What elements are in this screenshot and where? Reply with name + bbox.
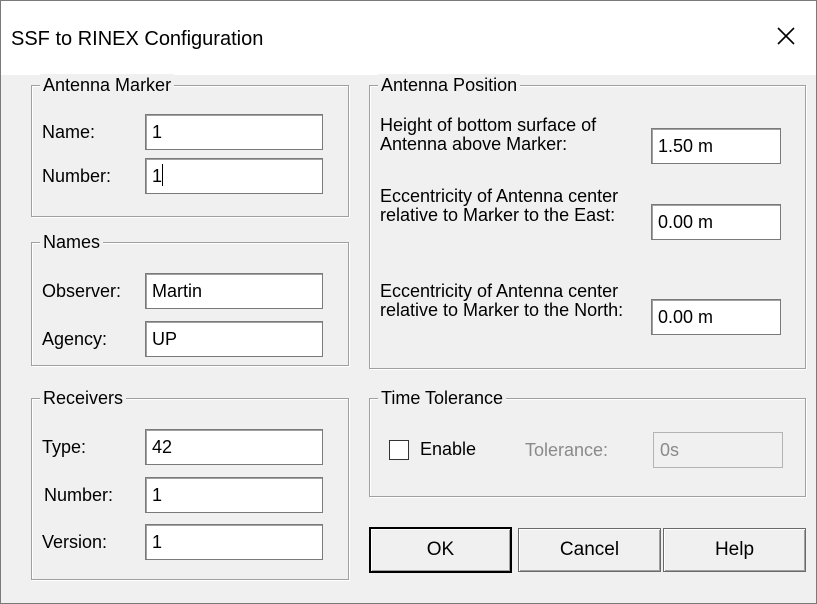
help-button[interactable]: Help [663, 528, 806, 572]
ok-button-label: OK [426, 539, 455, 560]
antenna-height-value: 1.50 m [658, 136, 714, 156]
time-tolerance-group: Time Tolerance Enable Tolerance: 0s [369, 387, 806, 497]
receiver-type-input[interactable]: 42 [145, 429, 323, 465]
help-button-label: Help [714, 539, 755, 560]
receiver-version-value: 1 [152, 532, 163, 552]
marker-number-value: 1 [152, 166, 163, 186]
close-icon [777, 27, 795, 45]
antenna-position-group: Antenna Position Height of bottom surfac… [369, 74, 806, 369]
ok-button[interactable]: OK [369, 527, 512, 573]
names-group: Names Observer: Martin Agency: UP [31, 231, 349, 366]
observer-label: Observer: [42, 281, 122, 301]
receiver-number-label: Number: [44, 485, 114, 505]
antenna-marker-group: Antenna Marker Name: 1 Number: 1 [31, 74, 349, 217]
antenna-height-input[interactable]: 1.50 m [651, 128, 781, 164]
receiver-type-value: 42 [152, 437, 173, 457]
tolerance-value: 0s [660, 440, 680, 460]
names-legend: Names [40, 231, 104, 253]
observer-input[interactable]: Martin [145, 273, 323, 309]
receiver-number-input[interactable]: 1 [145, 477, 323, 513]
enable-checkbox[interactable] [389, 440, 409, 460]
marker-name-label: Name: [42, 122, 96, 142]
dialog-body: Antenna Marker Name: 1 Number: 1 Names O… [1, 74, 816, 603]
eccentricity-north-value: 0.00 m [658, 307, 714, 327]
tolerance-input[interactable]: 0s [653, 432, 783, 468]
agency-label: Agency: [42, 329, 108, 349]
antenna-height-label: Height of bottom surface of Antenna abov… [380, 115, 597, 154]
agency-input[interactable]: UP [145, 321, 323, 357]
eccentricity-north-input[interactable]: 0.00 m [651, 299, 781, 335]
receiver-number-value: 1 [152, 485, 163, 505]
marker-name-value: 1 [152, 122, 163, 142]
enable-label[interactable]: Enable [420, 438, 476, 460]
title-bar[interactable]: SSF to RINEX Configuration [1, 1, 816, 75]
marker-name-input[interactable]: 1 [145, 114, 323, 150]
window-title: SSF to RINEX Configuration [11, 28, 264, 50]
cancel-button[interactable]: Cancel [518, 528, 661, 572]
eccentricity-east-label: Eccentricity of Antenna center relative … [380, 186, 619, 225]
time-tolerance-legend: Time Tolerance [378, 387, 507, 409]
eccentricity-north-label: Eccentricity of Antenna center relative … [380, 281, 624, 320]
marker-number-label: Number: [42, 166, 112, 186]
cancel-button-label: Cancel [559, 539, 620, 560]
antenna-position-legend: Antenna Position [378, 74, 521, 96]
receivers-legend: Receivers [40, 387, 127, 409]
receiver-version-label: Version: [42, 532, 108, 552]
receivers-group: Receivers Type: 42 Number: 1 Version: 1 [31, 387, 349, 580]
eccentricity-east-input[interactable]: 0.00 m [651, 204, 781, 240]
observer-value: Martin [152, 281, 203, 301]
close-button[interactable] [756, 11, 816, 61]
receiver-version-input[interactable]: 1 [145, 524, 323, 560]
eccentricity-east-value: 0.00 m [658, 212, 714, 232]
agency-value: UP [152, 329, 178, 349]
marker-number-input[interactable]: 1 [145, 158, 323, 194]
dialog-window: SSF to RINEX Configuration Antenna Marke… [0, 0, 817, 604]
antenna-marker-legend: Antenna Marker [40, 74, 175, 96]
text-caret [162, 164, 164, 186]
tolerance-label: Tolerance: [525, 440, 609, 460]
receiver-type-label: Type: [42, 437, 87, 457]
